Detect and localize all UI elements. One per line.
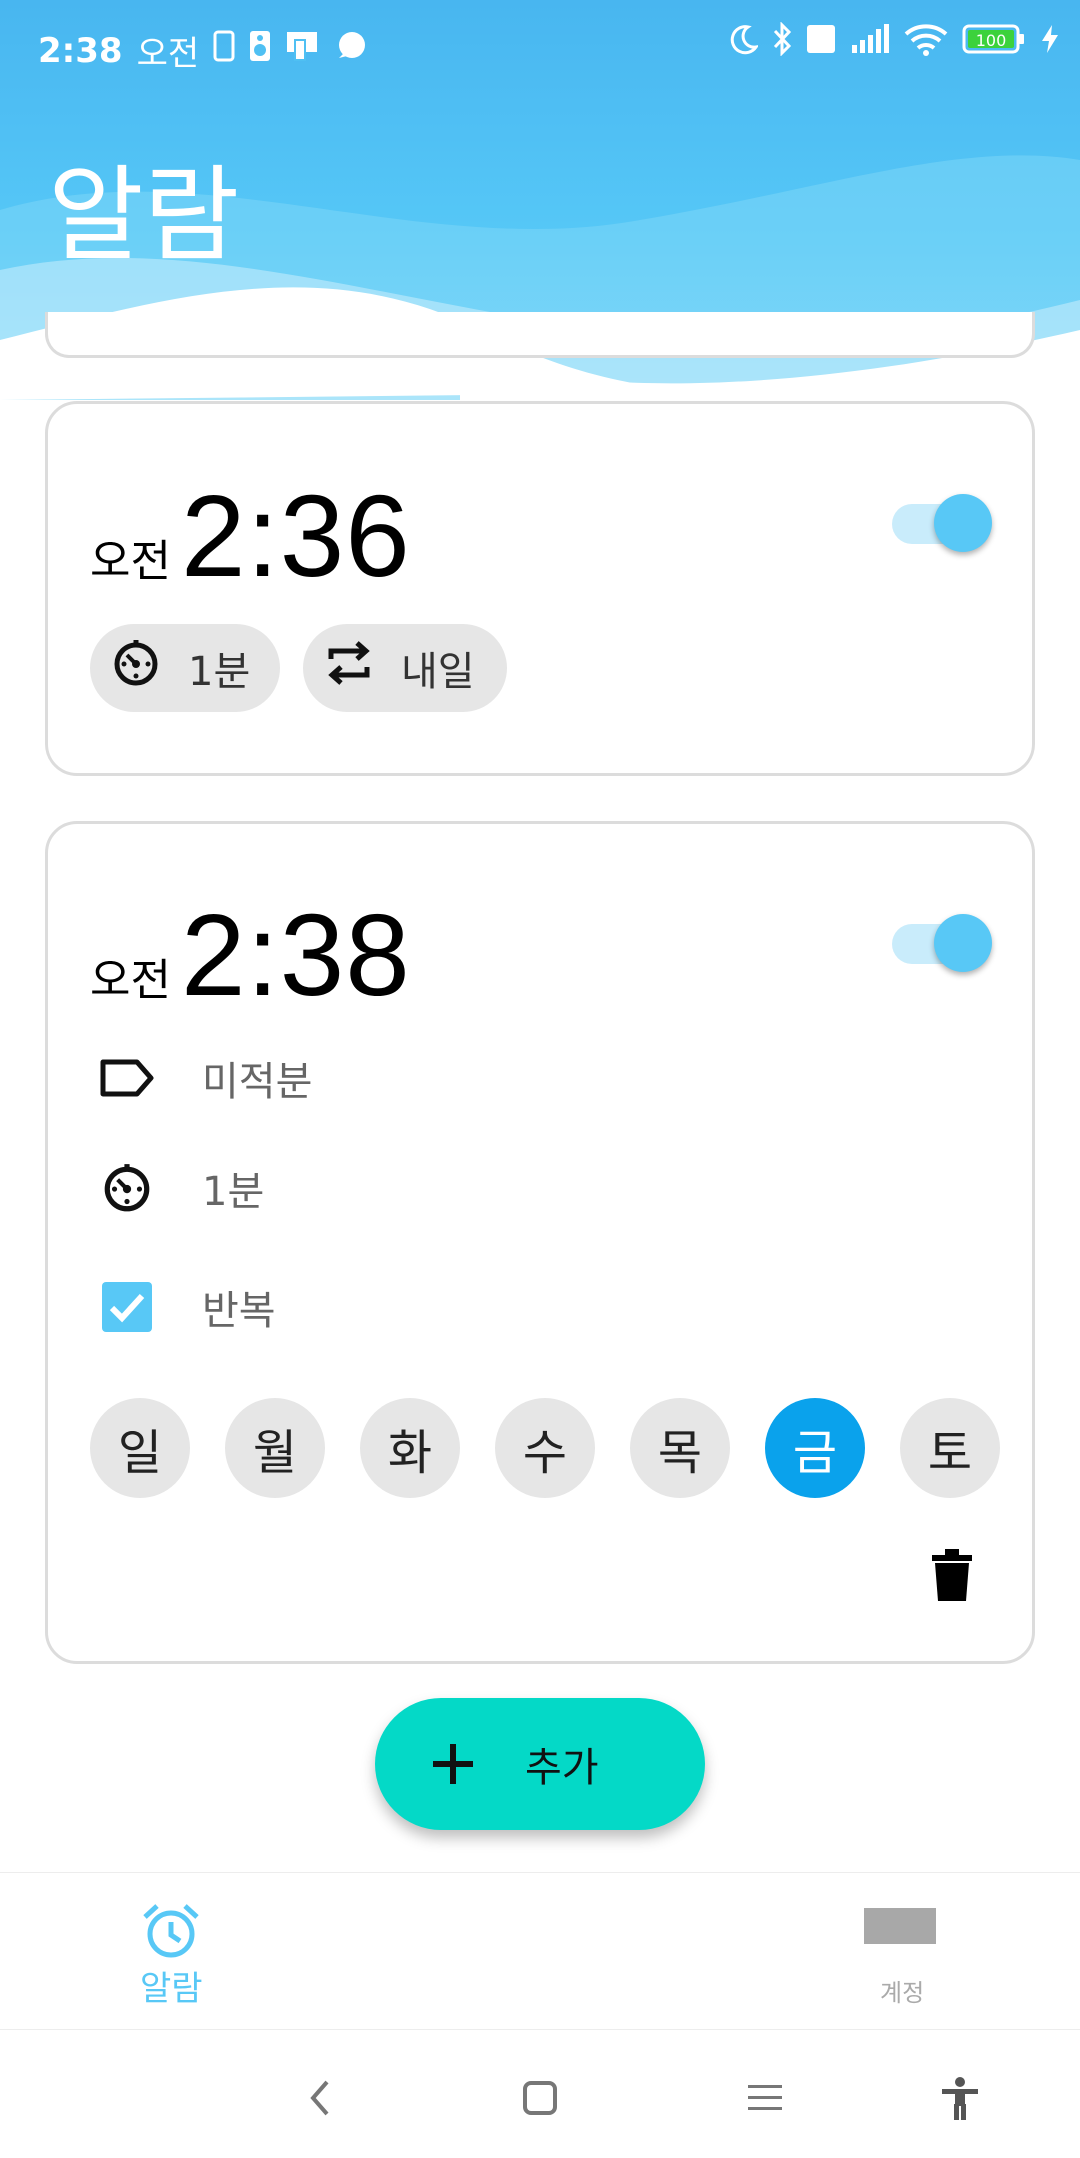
day-sunday[interactable]: 일 <box>90 1398 190 1498</box>
signal-icon <box>850 23 890 64</box>
bottom-navigation: 알람 계정 <box>0 1872 1080 2030</box>
accessibility-button[interactable] <box>930 2068 990 2128</box>
nav-alarm-tab[interactable]: 알람 <box>140 1901 203 2010</box>
snooze-text: 1분 <box>202 1169 265 1215</box>
trash-icon <box>932 1549 972 1601</box>
charging-icon <box>1040 23 1060 64</box>
snooze-row[interactable]: 1분 <box>96 1157 264 1219</box>
sim-card-icon <box>213 30 235 71</box>
status-time: 2:38 <box>38 30 123 71</box>
day-monday[interactable]: 월 <box>225 1398 325 1498</box>
recents-button[interactable] <box>735 2068 795 2128</box>
toggle-thumb <box>934 914 992 972</box>
alarm-card-partial <box>45 312 1035 358</box>
alarm-enable-toggle[interactable] <box>892 914 992 972</box>
repeat-row[interactable]: 반복 <box>96 1276 276 1338</box>
toggle-thumb <box>934 494 992 552</box>
alarm-ampm: 오전 <box>90 536 171 587</box>
volte-icon <box>806 23 836 64</box>
snooze-chip-label: 1분 <box>188 649 251 695</box>
alarm-ampm: 오전 <box>90 955 171 1006</box>
menu-lines-icon <box>748 2085 782 2110</box>
nav-account-tab[interactable] <box>864 1908 936 1944</box>
add-alarm-button[interactable]: 추가 <box>375 1698 705 1830</box>
status-ampm: 오전 <box>136 34 200 74</box>
alarm-time-row[interactable]: 오전 2:38 <box>90 888 411 1022</box>
timer-icon <box>96 1157 158 1219</box>
day-friday[interactable]: 금 <box>765 1398 865 1498</box>
repeat-text: 반복 <box>202 1288 276 1334</box>
accessibility-icon <box>942 2077 978 2120</box>
home-button[interactable] <box>510 2068 570 2128</box>
delete-alarm-button[interactable] <box>932 1549 972 1601</box>
nav-account-label: 계정 <box>880 1979 925 2007</box>
home-square-icon <box>523 2081 557 2115</box>
alarm-clock-icon <box>143 1904 199 1958</box>
speaker-icon <box>249 30 271 71</box>
repeat-chip[interactable]: 내일 <box>303 624 507 712</box>
alarm-label-text: 미적분 <box>202 1059 313 1105</box>
repeat-chip-label: 내일 <box>401 649 475 695</box>
back-chevron-icon <box>310 2080 329 2116</box>
moon-icon <box>728 23 760 64</box>
alarm-card-expanded[interactable]: 오전 2:38 미적분 1분 반복 일 월 화 수 목 금 토 <box>45 821 1035 1664</box>
alarm-time[interactable]: 2:36 <box>181 469 411 603</box>
page-title: 알람 <box>48 154 240 276</box>
day-thursday[interactable]: 목 <box>630 1398 730 1498</box>
repeat-icon <box>323 637 375 699</box>
day-wednesday[interactable]: 수 <box>495 1398 595 1498</box>
alarm-card[interactable]: 오전 2:36 1분 내일 <box>45 401 1035 776</box>
alarm-label-row[interactable]: 미적분 <box>96 1047 312 1109</box>
add-alarm-label: 추가 <box>525 1745 599 1791</box>
alarm-time[interactable]: 2:38 <box>181 888 411 1022</box>
battery-icon: 100 <box>962 22 1026 65</box>
status-bar: 2:38 오전 100 <box>0 0 1080 96</box>
cast-icon <box>285 30 321 71</box>
repeat-checkbox[interactable] <box>96 1276 158 1338</box>
chat-bubble-icon <box>335 30 367 71</box>
day-saturday[interactable]: 토 <box>900 1398 1000 1498</box>
nav-alarm-label: 알람 <box>140 1969 203 2009</box>
weekday-selector: 일 월 화 수 목 금 토 <box>90 1398 1000 1498</box>
snooze-chip[interactable]: 1분 <box>90 624 280 712</box>
timer-icon <box>110 637 162 699</box>
back-button[interactable] <box>290 2068 350 2128</box>
alarm-time-row[interactable]: 오전 2:36 <box>90 469 411 603</box>
bluetooth-icon <box>772 21 792 65</box>
wifi-icon <box>904 22 948 65</box>
system-navigation-bar <box>0 2030 1080 2158</box>
battery-level: 100 <box>976 31 1007 50</box>
day-tuesday[interactable]: 화 <box>360 1398 460 1498</box>
plus-icon <box>433 1744 473 1784</box>
alarm-enable-toggle[interactable] <box>892 494 992 552</box>
label-tag-icon <box>96 1047 158 1109</box>
